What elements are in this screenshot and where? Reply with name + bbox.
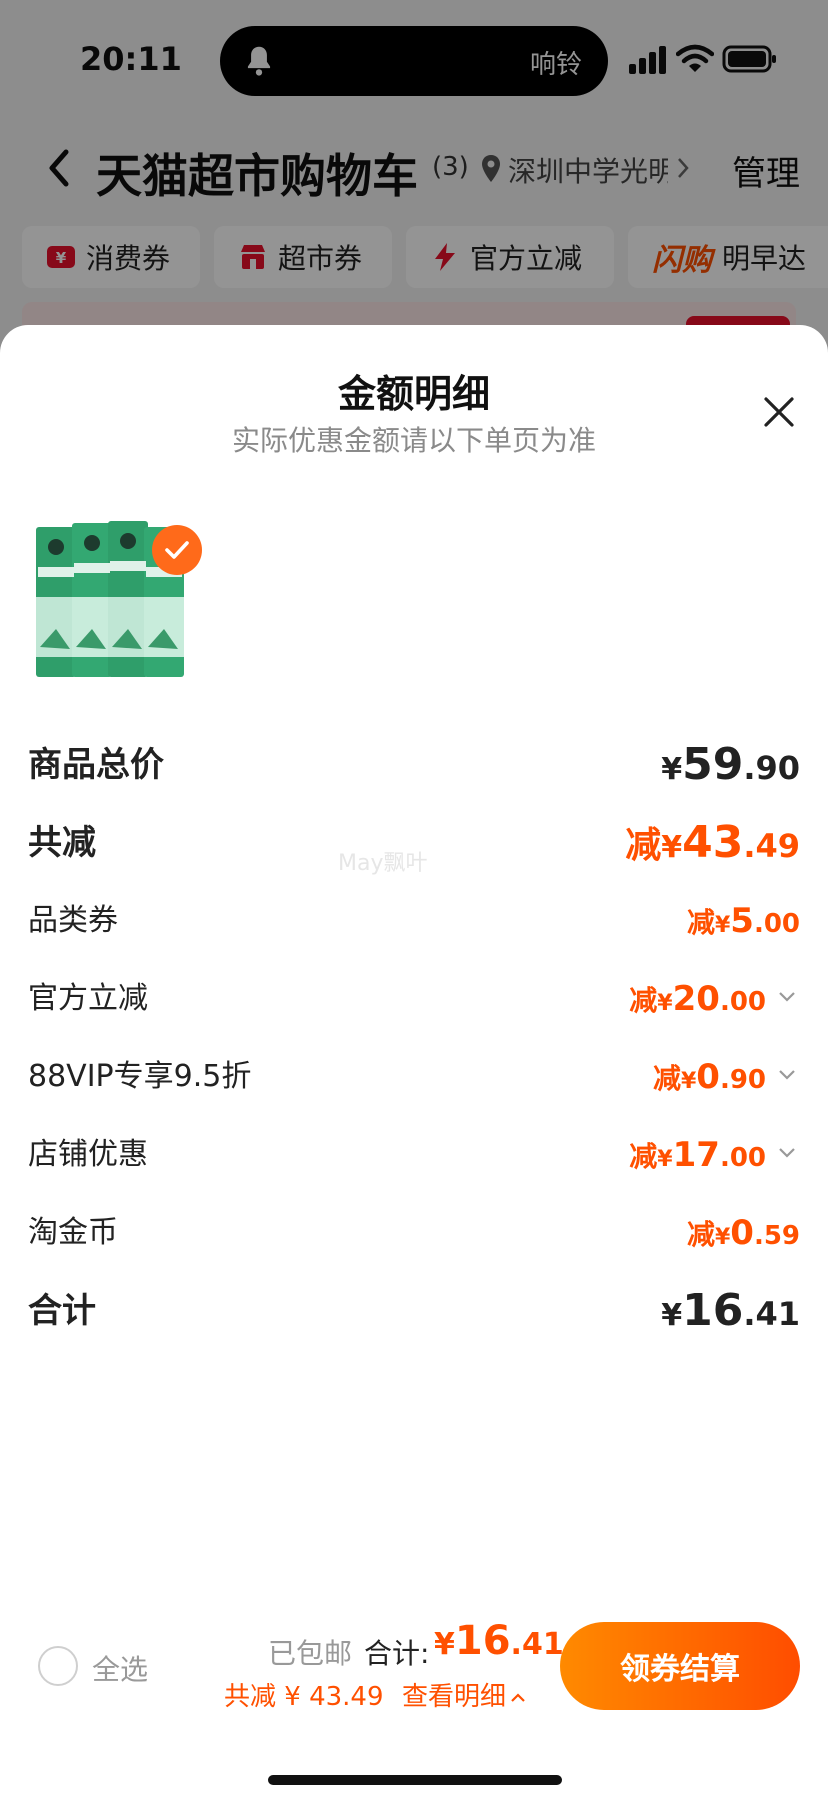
check-icon xyxy=(165,541,189,559)
chevron-down-icon[interactable] xyxy=(778,1069,796,1081)
row-amount: ¥59.90 xyxy=(661,739,800,790)
sheet-title: 金额明细 xyxy=(337,372,490,416)
row-store-discount[interactable]: 店铺优惠 减¥17.00 xyxy=(28,1125,800,1185)
select-all-label[interactable]: 全选 xyxy=(92,1648,148,1688)
row-label: 88VIP专享9.5折 xyxy=(28,1059,252,1094)
chevron-down-icon[interactable] xyxy=(778,1147,796,1159)
selected-check-badge xyxy=(152,525,202,575)
amount-detail-sheet: 金额明细 实际优惠金额请以下单页为准 商品总价 ¥59.90 共减 减¥43.4… xyxy=(0,325,828,1800)
free-shipping-text: 已包邮 xyxy=(268,1637,353,1670)
row-label: 共减 xyxy=(28,823,96,863)
row-amount: 减¥0.59 xyxy=(686,1213,800,1253)
row-label: 合计 xyxy=(28,1291,96,1331)
row-amount: 减¥20.00 xyxy=(629,979,766,1019)
row-official-discount[interactable]: 官方立减 减¥20.00 xyxy=(28,969,800,1029)
row-amount: 减¥5.00 xyxy=(686,901,800,941)
row-category-coupon: 品类券 减¥5.00 xyxy=(28,891,800,951)
checkout-bar: 全选 已包邮 合计: ¥16.41 共减 ¥ 43.49 查看明细 领券结算 xyxy=(0,1604,828,1734)
row-amount: 减¥17.00 xyxy=(629,1135,766,1175)
watermark: May飘叶 xyxy=(338,851,428,876)
row-label: 商品总价 xyxy=(28,745,164,785)
row-88vip-discount[interactable]: 88VIP专享9.5折 减¥0.90 xyxy=(28,1047,800,1107)
row-amount: 减¥0.90 xyxy=(652,1057,766,1097)
row-subtotal: 商品总价 ¥59.90 xyxy=(28,735,800,795)
row-label: 品类券 xyxy=(28,903,118,938)
chevron-down-icon[interactable] xyxy=(778,991,796,1003)
total-label: 合计: xyxy=(364,1637,430,1670)
row-amount: ¥16.41 xyxy=(661,1285,800,1336)
view-details-link[interactable]: 查看明细 xyxy=(402,1676,526,1713)
row-taojinbi: 淘金币 减¥0.59 xyxy=(28,1203,800,1263)
home-indicator xyxy=(268,1775,562,1785)
saved-amount: 共减 ¥ 43.49 xyxy=(224,1682,384,1712)
row-amount: 减¥43.49 xyxy=(625,817,800,868)
row-label: 淘金币 xyxy=(28,1215,118,1250)
row-label: 店铺优惠 xyxy=(28,1137,148,1172)
total-amount: ¥16.41 xyxy=(434,1618,564,1664)
row-label: 官方立减 xyxy=(28,981,148,1016)
select-all-radio[interactable] xyxy=(38,1646,78,1686)
chevron-up-icon xyxy=(511,1692,525,1702)
row-grand-total: 合计 ¥16.41 xyxy=(28,1281,800,1341)
sheet-subtitle: 实际优惠金额请以下单页为准 xyxy=(231,424,596,457)
checkout-button[interactable]: 领券结算 xyxy=(560,1622,800,1710)
close-icon[interactable] xyxy=(762,395,796,429)
